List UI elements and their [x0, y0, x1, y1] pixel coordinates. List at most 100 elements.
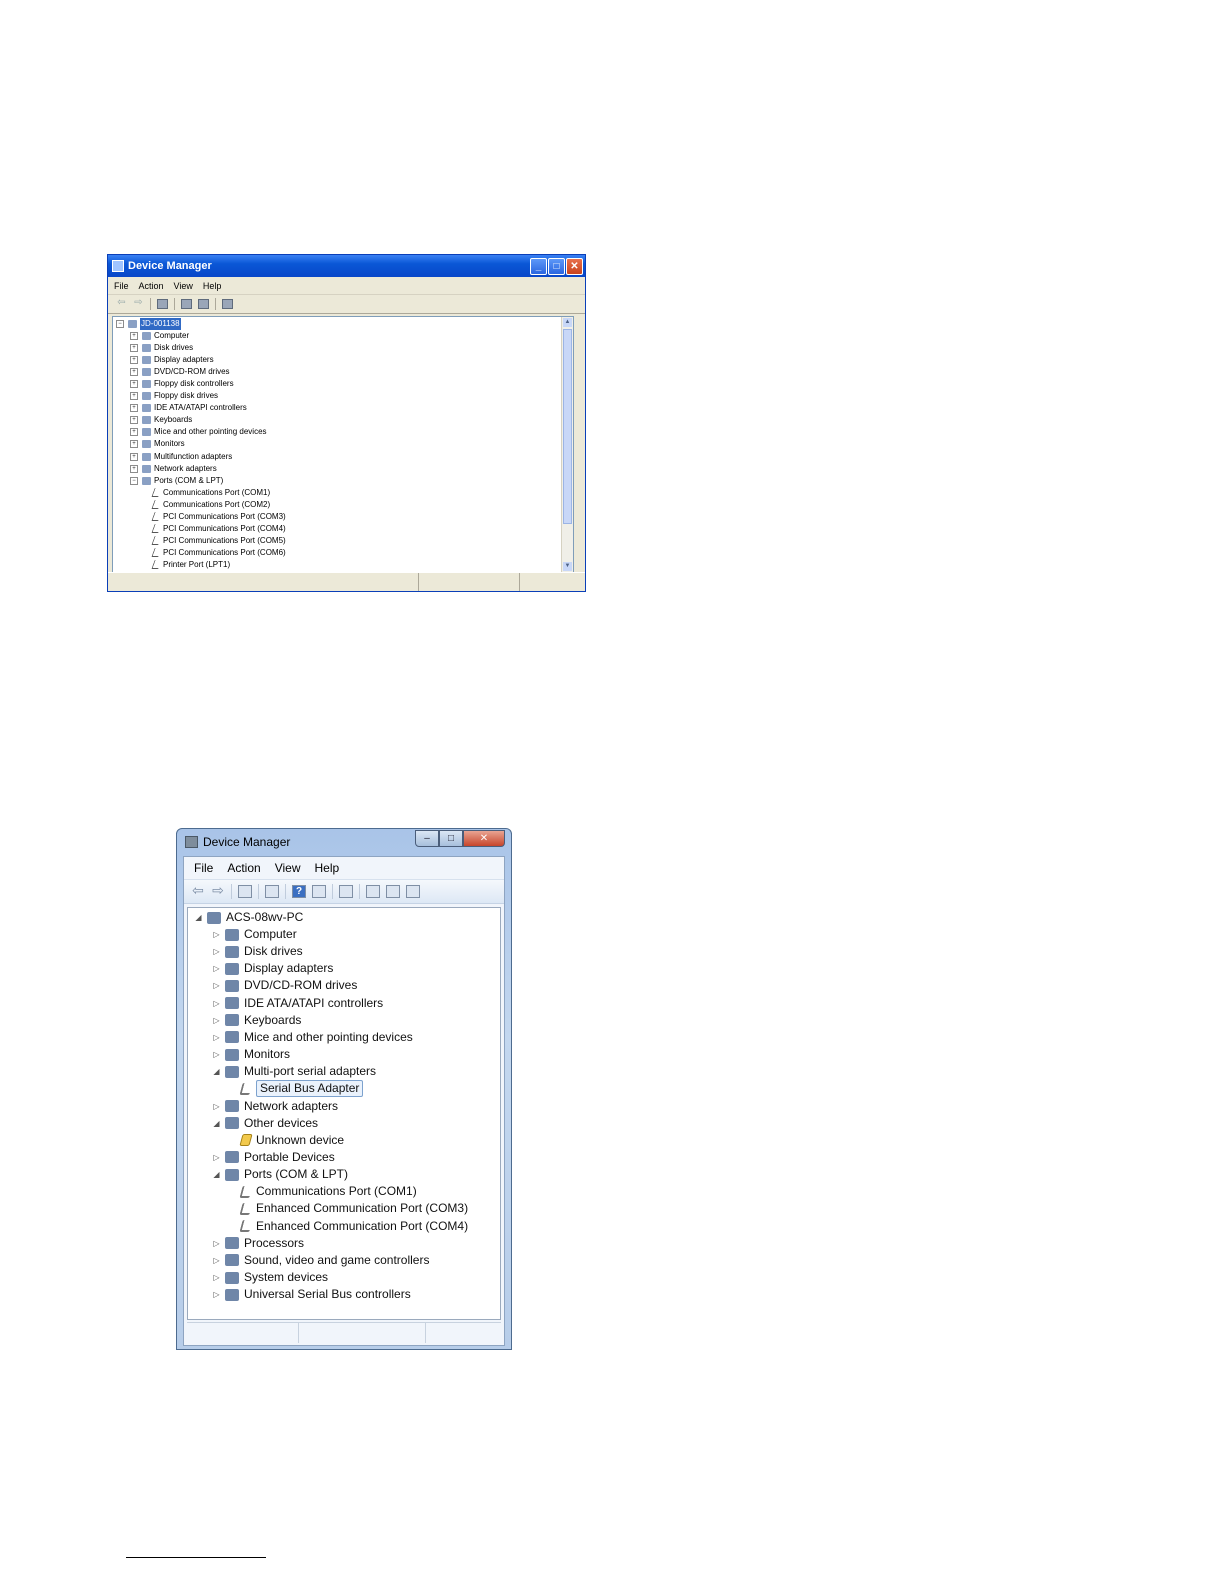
action-pane-icon[interactable] [312, 885, 326, 898]
collapse-triangle-icon[interactable]: ◢ [194, 909, 203, 926]
menu-help[interactable]: Help [203, 281, 222, 291]
tree-category[interactable]: ◢ Multi-port serial adapters [212, 1063, 376, 1080]
tree-child-item[interactable]: Communications Port (COM1) [239, 1183, 417, 1200]
tree-item-label[interactable]: Communications Port (COM1) [163, 487, 270, 499]
expand-icon[interactable]: ▷ [212, 995, 221, 1012]
tree-item-label[interactable]: Processors [244, 1235, 304, 1252]
tree-category[interactable]: ◢ Ports (COM & LPT) [212, 1166, 348, 1183]
tree-category[interactable]: + Display adapters [130, 354, 214, 366]
scan-hardware-icon[interactable] [222, 299, 233, 309]
tree-category[interactable]: + IDE ATA/ATAPI controllers [130, 402, 247, 414]
root-computer-name[interactable]: JD-001138 [140, 318, 181, 330]
menu-file[interactable]: File [194, 861, 213, 875]
tree-child-item[interactable]: Serial Bus Adapter [239, 1080, 364, 1098]
minimize-button[interactable]: – [415, 830, 439, 847]
tree-item-label[interactable]: Universal Serial Bus controllers [244, 1286, 411, 1303]
tree-item-label[interactable]: IDE ATA/ATAPI controllers [244, 995, 383, 1012]
expand-icon[interactable]: ▷ [212, 1098, 221, 1115]
expand-icon[interactable]: + [130, 344, 138, 353]
tree-category[interactable]: + Computer [130, 330, 189, 342]
tree-item-label[interactable]: Keyboards [244, 1012, 301, 1029]
back-arrow-icon[interactable]: ⇦ [191, 883, 205, 898]
tree-item-label[interactable]: Floppy disk drives [154, 390, 218, 402]
expand-icon[interactable]: + [130, 452, 138, 461]
root-computer-name[interactable]: ACS-08wv-PC [226, 909, 303, 926]
help-icon[interactable]: ? [292, 885, 306, 898]
expand-icon[interactable]: ▷ [212, 1252, 221, 1269]
expand-icon[interactable]: + [130, 404, 138, 413]
expand-icon[interactable]: ▷ [212, 1286, 221, 1303]
tree-item-label[interactable]: Unknown device [256, 1132, 344, 1149]
tree-item-label[interactable]: Display adapters [244, 960, 333, 977]
expand-icon[interactable]: ▷ [212, 1149, 221, 1166]
tree-item-label[interactable]: Monitors [244, 1046, 290, 1063]
expand-icon[interactable]: + [130, 464, 138, 473]
expand-icon[interactable]: + [130, 392, 138, 401]
tree-item-label[interactable]: Mice and other pointing devices [244, 1029, 413, 1046]
tree-category[interactable]: ▷ Keyboards [212, 1012, 301, 1029]
print-icon[interactable] [181, 299, 192, 309]
tree-root[interactable]: ◢ ACS-08wv-PC [194, 909, 303, 926]
expand-icon[interactable]: ▷ [212, 1012, 221, 1029]
tree-root[interactable]: − JD-001138 [116, 318, 181, 330]
close-button[interactable]: ✕ [566, 258, 583, 275]
tree-item-label[interactable]: Computer [154, 330, 189, 342]
tree-item-label[interactable]: Multifunction adapters [154, 451, 232, 463]
expand-icon[interactable]: + [130, 416, 138, 425]
collapse-icon[interactable]: ◢ [212, 1115, 221, 1132]
tree-category[interactable]: ▷ Disk drives [212, 943, 303, 960]
tree-category[interactable]: + Mice and other pointing devices [130, 426, 267, 438]
tree-item-label[interactable]: Mice and other pointing devices [154, 426, 267, 438]
tree-category[interactable]: ▷ DVD/CD-ROM drives [212, 977, 357, 994]
tree-category[interactable]: ▷ System devices [212, 1269, 328, 1286]
expand-icon[interactable]: + [130, 332, 138, 340]
expand-icon[interactable]: + [130, 380, 138, 389]
tree-item-label[interactable]: Other devices [244, 1115, 318, 1132]
scan-hardware-icon[interactable] [339, 885, 353, 898]
expand-icon[interactable]: ▷ [212, 943, 221, 960]
tree-child-item[interactable]: PCI Communications Port (COM6) [151, 547, 286, 559]
tree-item-label[interactable]: Floppy disk controllers [154, 378, 234, 390]
tree-item-label[interactable]: Communications Port (COM2) [163, 499, 270, 511]
expand-icon[interactable]: ▷ [212, 1046, 221, 1063]
tree-item-label[interactable]: Keyboards [154, 414, 192, 426]
tree-child-item[interactable]: Communications Port (COM1) [151, 487, 270, 499]
tree-child-item[interactable]: Enhanced Communication Port (COM3) [239, 1200, 468, 1217]
collapse-icon[interactable]: ◢ [212, 1166, 221, 1183]
expand-icon[interactable]: + [130, 356, 138, 365]
tree-item-label[interactable]: Portable Devices [244, 1149, 335, 1166]
expand-icon[interactable]: + [130, 428, 138, 437]
tree-item-label[interactable]: PCI Communications Port (COM4) [163, 523, 286, 535]
tree-category[interactable]: ▷ Portable Devices [212, 1149, 335, 1166]
menu-view[interactable]: View [275, 861, 301, 875]
tree-category[interactable]: ▷ Display adapters [212, 960, 333, 977]
properties-icon[interactable] [265, 885, 279, 898]
tree-child-item[interactable]: Unknown device [239, 1132, 344, 1149]
tree-item-label[interactable]: Multi-port serial adapters [244, 1063, 376, 1080]
collapse-icon[interactable]: ◢ [212, 1063, 221, 1080]
tree-item-label[interactable]: Monitors [154, 438, 185, 450]
tree-item-label[interactable]: Disk drives [244, 943, 303, 960]
uninstall-icon[interactable] [386, 885, 400, 898]
collapse-icon[interactable]: − [130, 476, 138, 485]
menu-file[interactable]: File [114, 281, 129, 291]
tree-category[interactable]: ▷ Processors [212, 1235, 304, 1252]
close-button[interactable]: ✕ [463, 830, 505, 847]
tree-item-label[interactable]: Network adapters [154, 463, 217, 475]
expand-icon[interactable]: ▷ [212, 1235, 221, 1252]
maximize-button[interactable]: □ [439, 830, 463, 847]
forward-arrow-icon[interactable]: ⇨ [211, 883, 225, 898]
tree-category[interactable]: ▷ Sound, video and game controllers [212, 1252, 429, 1269]
tree-category[interactable]: + Monitors [130, 438, 185, 450]
tree-category[interactable]: + Floppy disk drives [130, 390, 218, 402]
collapse-icon[interactable]: − [116, 320, 124, 328]
tree-item-label[interactable]: DVD/CD-ROM drives [244, 977, 357, 994]
tree-item-label[interactable]: System devices [244, 1269, 328, 1286]
tree-item-label[interactable]: Printer Port (LPT1) [163, 559, 230, 571]
tree-item-label[interactable]: Ports (COM & LPT) [154, 475, 223, 487]
expand-icon[interactable]: ▷ [212, 1029, 221, 1046]
menu-action[interactable]: Action [227, 861, 260, 875]
show-hide-console-tree-icon[interactable] [157, 299, 168, 309]
menu-action[interactable]: Action [139, 281, 164, 291]
tree-item-label[interactable]: PCI Communications Port (COM5) [163, 535, 286, 547]
